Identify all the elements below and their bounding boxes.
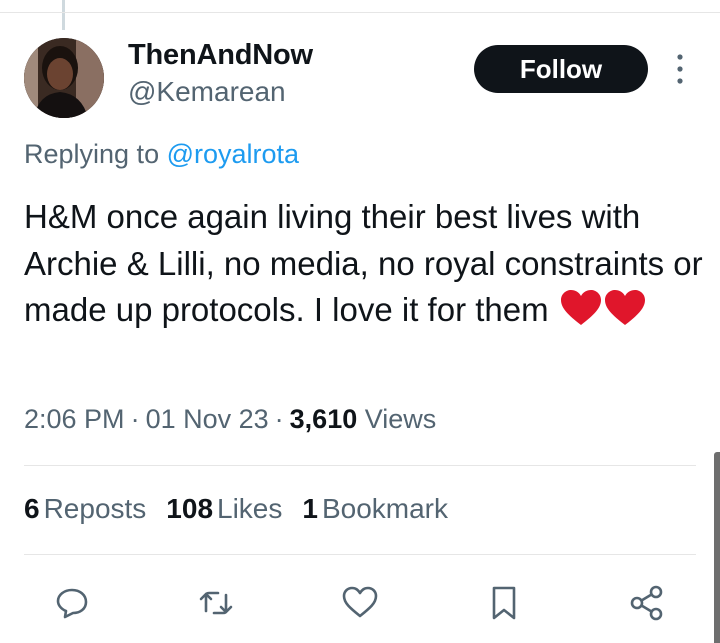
red-heart-emoji-icon (604, 290, 645, 325)
heart-emoji-pair (558, 289, 646, 340)
stats-divider (24, 554, 696, 555)
heart-icon (342, 586, 378, 618)
thread-connector-line (62, 0, 65, 30)
tweet-detail-view: ThenAndNow @Kemarean Follow Replying to … (0, 0, 720, 643)
bookmark-icon (492, 586, 516, 620)
tweet-time[interactable]: 2:06 PM (24, 404, 125, 434)
reposts-label: Reposts (43, 493, 147, 524)
scrollbar[interactable] (714, 452, 720, 643)
replying-to-label: Replying to (24, 139, 167, 169)
meta-divider (24, 465, 696, 466)
bookmark-button[interactable] (481, 580, 527, 626)
reply-button[interactable] (49, 580, 95, 626)
action-bar (0, 580, 720, 626)
meta-separator: · (130, 404, 140, 434)
replying-to-line: Replying to @royalrota (24, 139, 299, 170)
likes-count: 108 (166, 493, 214, 524)
display-name[interactable]: ThenAndNow (128, 39, 313, 72)
reposts-stat[interactable]: 6 Reposts (24, 493, 146, 525)
repost-button[interactable] (193, 580, 239, 626)
red-heart-emoji-icon (560, 290, 601, 325)
avatar[interactable] (24, 38, 104, 118)
bookmarks-label: Bookmark (321, 493, 449, 524)
bookmarks-count: 1 (302, 493, 318, 524)
top-divider (0, 12, 720, 13)
tweet-text: H&M once again living their best lives w… (24, 194, 704, 340)
meta-separator: · (274, 404, 284, 434)
reply-icon (56, 588, 88, 619)
bookmarks-stat[interactable]: 1 Bookmark (302, 493, 448, 525)
like-button[interactable] (337, 580, 383, 626)
avatar-photo (24, 38, 104, 118)
views-count: 3,610 (289, 404, 358, 434)
share-icon (630, 585, 663, 621)
views-label: Views (364, 404, 437, 434)
user-handle[interactable]: @Kemarean (128, 76, 286, 108)
reply-mention-link[interactable]: @royalrota (167, 139, 299, 169)
tweet-date[interactable]: 01 Nov 23 (146, 404, 269, 434)
share-button[interactable] (624, 580, 670, 626)
follow-button[interactable]: Follow (474, 45, 648, 93)
likes-stat[interactable]: 108 Likes (166, 493, 282, 525)
repost-icon (199, 591, 233, 615)
reposts-count: 6 (24, 493, 40, 524)
tweet-meta: 2:06 PM · 01 Nov 23 · 3,610 Views (24, 404, 436, 435)
more-vertical-icon[interactable] (670, 52, 690, 86)
engagement-stats: 6 Reposts 108 Likes 1 Bookmark (24, 493, 468, 525)
likes-label: Likes (217, 493, 283, 524)
